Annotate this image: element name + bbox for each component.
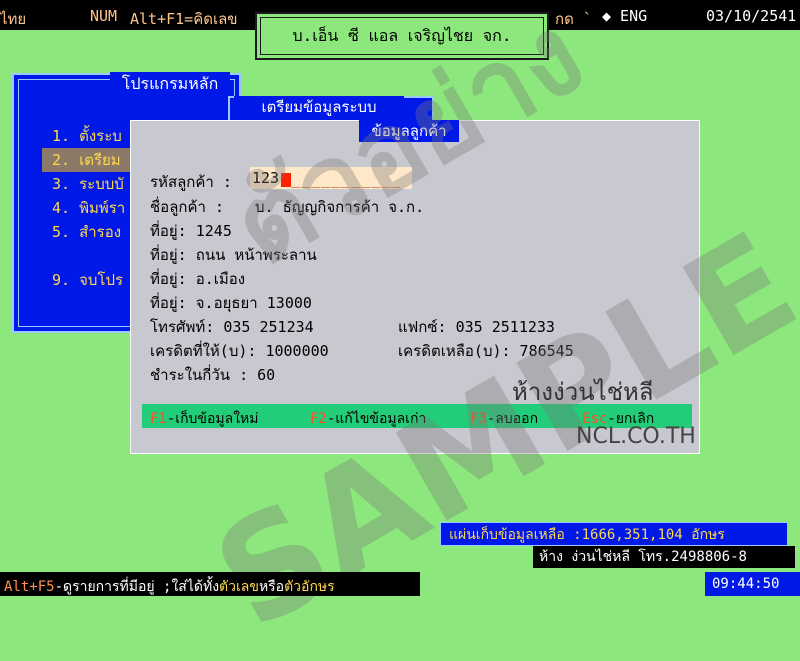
numlock-indicator: NUM: [90, 7, 118, 25]
menu-item-print-report[interactable]: 4. พิมพ์รา: [52, 196, 125, 220]
credit-given-field[interactable]: เครดิตที่ให้(บ): 1000000: [150, 339, 329, 363]
language-indicator: ไทย: [0, 10, 27, 28]
address-line-3[interactable]: ที่อยู่: อ.เมือง: [150, 267, 245, 291]
system-date: 03/10/2541: [706, 7, 797, 25]
main-menu-title: โปรแกรมหลัก: [110, 72, 230, 96]
f1-key: F1: [150, 411, 167, 427]
f2-key: F2: [310, 411, 327, 427]
alt-f5-key: Alt+F5: [4, 579, 55, 595]
keyboard-layout-indicator: ◆ ENG: [602, 7, 648, 25]
watermark-shop-name: ห้างง่วนไช่หลี: [512, 378, 654, 406]
letter-hint: ตัวอักษร: [284, 579, 335, 595]
phone-field[interactable]: โทรศัพท์: 035 251234: [150, 315, 314, 339]
lookup-hint: -ดูรายการที่มีอยู่ ;ใส่ได้ทั้ง: [54, 579, 220, 595]
menu-item-backup[interactable]: 5. สำรอง: [52, 220, 121, 244]
system-clock: 09:44:50: [712, 576, 780, 592]
watermark-site: NCL.CO.TH: [576, 424, 696, 449]
customer-name-label: ชื่อลูกค้า :: [150, 198, 224, 216]
menu-item-setup[interactable]: 1. ตั้งระบ: [52, 124, 122, 148]
bottom-hint-text: Alt+F5-ดูรายการที่มีอยู่ ;ใส่ได้ทั้งตัวเ…: [4, 576, 335, 598]
calculator-hotkey-hint: Alt+F1=คิดเลข: [130, 10, 238, 28]
f1-label: -เก็บข้อมูลใหม่: [166, 411, 259, 427]
menu-item-exit[interactable]: 9. จบโปร: [52, 268, 123, 292]
digit-hint: ตัวเลข: [219, 579, 259, 595]
f1-save-new[interactable]: F1-เก็บข้อมูลใหม่: [150, 408, 259, 430]
or-hint: หรือ: [258, 579, 285, 595]
menu-item-prepare-data[interactable]: 2. เตรียม: [42, 148, 142, 172]
payment-days-field[interactable]: ชำระในกี่วัน : 60: [150, 363, 275, 387]
shop-contact-info: ห้าง ง่วนไช่หลี โทร.2498806-8: [533, 546, 795, 568]
menu-item-accounting[interactable]: 3. ระบบบั: [52, 172, 124, 196]
address-line-1[interactable]: ที่อยู่: 1245: [150, 219, 232, 243]
disk-space-info: แผ่นเก็บข้อมูลเหลือ :1666,351,104 อักษร: [440, 522, 788, 546]
